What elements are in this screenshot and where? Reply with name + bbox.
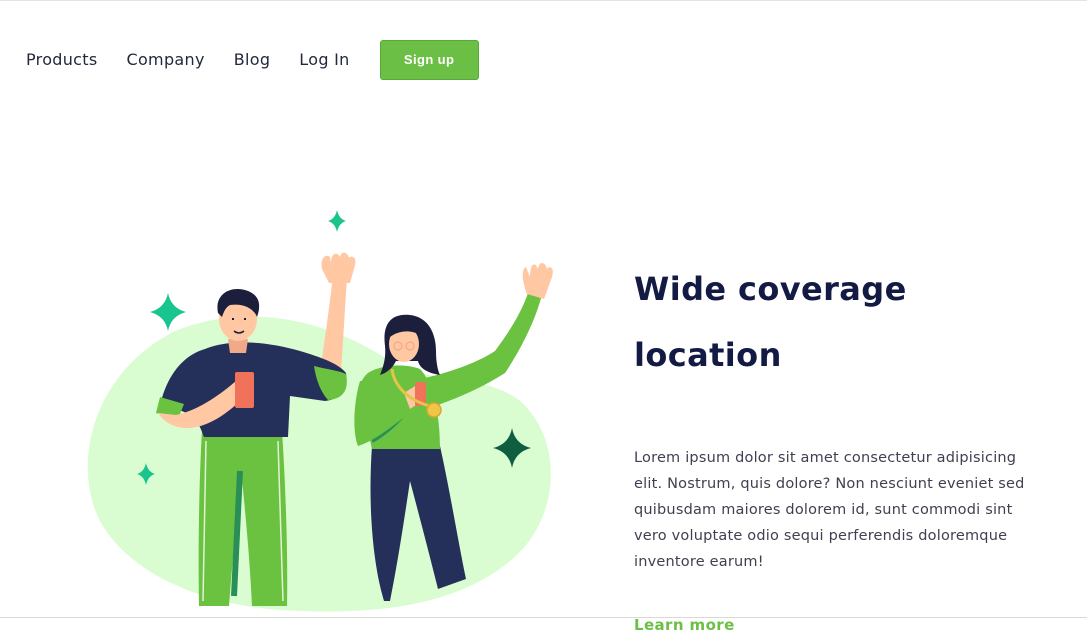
hero-headline: Wide coverage location — [634, 256, 1044, 388]
signup-button[interactable]: Sign up — [379, 39, 479, 80]
two-people-waving-illustration-icon — [87, 210, 553, 612]
hero-content: Wide coverage location Lorem ipsum dolor… — [634, 256, 1044, 634]
sparkle-icon — [150, 293, 186, 331]
learn-more-link[interactable]: Learn more — [634, 616, 735, 634]
sparkle-icon — [328, 210, 346, 232]
nav-link-blog[interactable]: Blog — [234, 50, 271, 69]
hero-illustration — [80, 201, 570, 616]
top-navigation: Products Company Blog Log In Sign up — [26, 39, 479, 80]
nav-link-company[interactable]: Company — [127, 50, 205, 69]
headline-line-2: location — [634, 336, 782, 374]
nav-link-products[interactable]: Products — [26, 50, 98, 69]
divider — [0, 617, 1087, 618]
hero-description: Lorem ipsum dolor sit amet consectetur a… — [634, 450, 1025, 570]
headline-line-1: Wide coverage — [634, 270, 907, 308]
nav-link-login[interactable]: Log In — [299, 50, 349, 69]
